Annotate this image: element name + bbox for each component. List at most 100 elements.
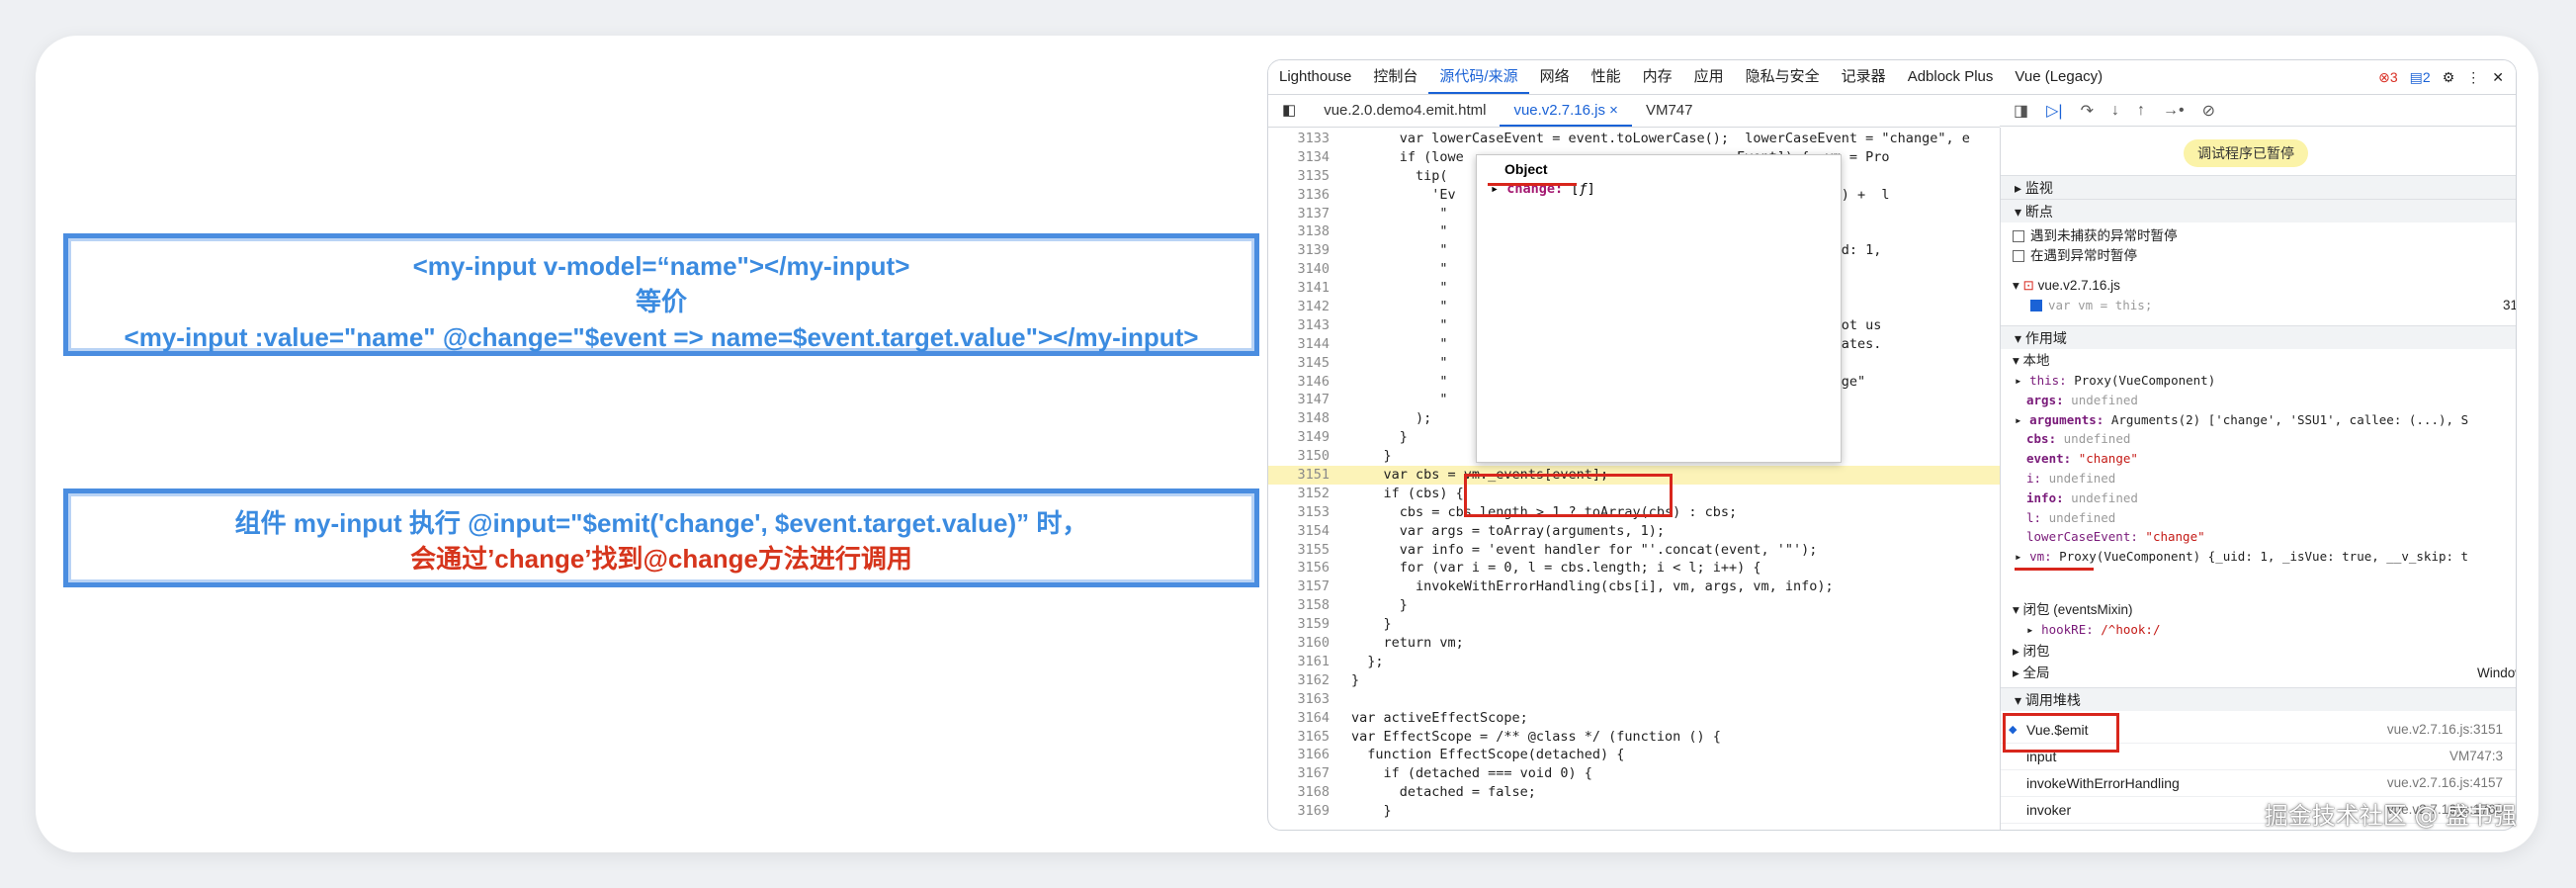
code-line[interactable]: 3158 } [1268, 596, 2000, 615]
scope-var[interactable]: ▸ vm: Proxy(VueComponent) {_uid: 1, _isV… [2001, 547, 2516, 567]
line-number[interactable]: 3169 [1268, 802, 1351, 821]
code-line[interactable]: 3169 } [1268, 802, 2000, 821]
callstack-section[interactable]: ▾ 调用堆栈 [2001, 687, 2516, 711]
line-number[interactable]: 3142 [1268, 298, 1351, 316]
code-line[interactable]: 3168 detached = false; [1268, 783, 2000, 802]
watch-section[interactable]: ▸ 监视 [2001, 175, 2516, 199]
expand-icon[interactable]: ▸ [2015, 412, 2029, 427]
tab-privacy-security[interactable]: 隐私与安全 [1735, 60, 1831, 94]
tab-sources[interactable]: 源代码/来源 [1428, 60, 1529, 94]
line-number[interactable]: 3146 [1268, 373, 1351, 392]
line-number[interactable]: 3140 [1268, 260, 1351, 279]
line-number[interactable]: 3136 [1268, 186, 1351, 205]
code-line[interactable]: 3154 var args = toArray(arguments, 1); [1268, 522, 2000, 541]
breakpoint-entry[interactable]: var vm = this;3131 [2001, 296, 2516, 315]
line-number[interactable]: 3162 [1268, 671, 1351, 690]
tab-network[interactable]: 网络 [1529, 60, 1581, 94]
line-number[interactable]: 3154 [1268, 522, 1351, 541]
code-line[interactable]: 3166 function EffectScope(detached) { [1268, 746, 2000, 764]
scope-var[interactable]: info: undefined [2001, 488, 2516, 508]
line-number[interactable]: 3138 [1268, 222, 1351, 241]
tab-lighthouse[interactable]: Lighthouse [1268, 60, 1362, 94]
line-number[interactable]: 3159 [1268, 615, 1351, 634]
file-tab-demo-html[interactable]: vue.2.0.demo4.emit.html [1310, 95, 1500, 127]
line-number[interactable]: 3158 [1268, 596, 1351, 615]
scope-var[interactable]: ▸ arguments: Arguments(2) ['change', 'SS… [2001, 410, 2516, 430]
line-number[interactable]: 3152 [1268, 485, 1351, 503]
tab-console[interactable]: 控制台 [1362, 60, 1428, 94]
line-number[interactable]: 3164 [1268, 709, 1351, 728]
tab-adblock-plus[interactable]: Adblock Plus [1897, 60, 2005, 94]
line-number[interactable]: 3153 [1268, 503, 1351, 522]
code-line[interactable]: 3163 [1268, 690, 2000, 709]
popup-change-property[interactable]: ▸ change: [ƒ] [1477, 177, 1841, 197]
line-number[interactable]: 3137 [1268, 205, 1351, 223]
scope-var[interactable]: cbs: undefined [2001, 429, 2516, 449]
gear-icon[interactable]: ⚙ [2443, 69, 2455, 86]
expand-icon[interactable]: ▸ [2015, 373, 2029, 388]
tab-performance[interactable]: 性能 [1581, 60, 1632, 94]
pause-caught-checkbox[interactable]: 在遇到异常时暂停 [2001, 246, 2516, 266]
line-number[interactable]: 3167 [1268, 764, 1351, 783]
breakpoint-file[interactable]: ▾ ⊡ vue.v2.7.16.js [2001, 276, 2516, 296]
closure-eventsmixin[interactable]: ▾ 闭包 (eventsMixin) [2001, 600, 2516, 620]
frame-location[interactable]: vue.v2.7.16.js:4157 [2387, 770, 2503, 796]
code-line[interactable]: 3167 if (detached === void 0) { [1268, 764, 2000, 783]
code-line[interactable]: 3164 var activeEffectScope; [1268, 709, 2000, 728]
code-line[interactable]: 3161 }; [1268, 653, 2000, 671]
line-number[interactable]: 3133 [1268, 130, 1351, 148]
line-number[interactable]: 3134 [1268, 148, 1351, 167]
line-number[interactable]: 3148 [1268, 409, 1351, 428]
step-icon[interactable]: →• [2163, 102, 2185, 120]
line-number[interactable]: 3160 [1268, 634, 1351, 653]
line-number[interactable]: 3166 [1268, 746, 1351, 764]
line-number[interactable]: 3150 [1268, 447, 1351, 466]
code-line[interactable]: 3165 var EffectScope = /** @class */ (fun… [1268, 728, 2000, 747]
step-over-icon[interactable]: ↷ [2081, 101, 2094, 121]
scope-var[interactable]: lowerCaseEvent: "change" [2001, 527, 2516, 547]
message-count-badge[interactable]: ▤2 [2410, 69, 2431, 86]
line-number[interactable]: 3155 [1268, 541, 1351, 560]
line-number[interactable]: 3141 [1268, 279, 1351, 298]
error-count-badge[interactable]: ⊗3 [2378, 69, 2398, 86]
scope-var[interactable]: args: undefined [2001, 391, 2516, 410]
close-tab-icon[interactable]: × [1609, 102, 1618, 119]
code-line[interactable]: 3155 var info = 'event handler for "'.co… [1268, 541, 2000, 560]
expand-icon[interactable]: ▸ [2015, 549, 2029, 564]
code-line[interactable]: 3159 } [1268, 615, 2000, 634]
breakpoints-section[interactable]: ▾ 断点 [2001, 199, 2516, 222]
tab-memory[interactable]: 内存 [1632, 60, 1683, 94]
frame-location[interactable]: vue.v2.7.16.js:3151 [2387, 717, 2503, 743]
step-into-icon[interactable]: ↓ [2111, 102, 2119, 120]
line-number[interactable]: 3145 [1268, 354, 1351, 373]
deactivate-breakpoints-icon[interactable]: ⊘ [2202, 101, 2215, 121]
line-number[interactable]: 3168 [1268, 783, 1351, 802]
line-number[interactable]: 3165 [1268, 728, 1351, 747]
line-number[interactable]: 3156 [1268, 559, 1351, 577]
pause-uncaught-checkbox[interactable]: 遇到未捕获的异常时暂停 [2001, 226, 2516, 246]
file-tab-vm747[interactable]: VM747 [1632, 95, 1707, 127]
code-line[interactable]: 3157 invokeWithErrorHandling(cbs[i], vm,… [1268, 577, 2000, 596]
tab-application[interactable]: 应用 [1683, 60, 1735, 94]
more-icon[interactable]: ⋮ [2466, 69, 2480, 86]
toggle-sidebar-icon[interactable]: ◨ [2014, 101, 2028, 121]
line-number[interactable]: 3147 [1268, 391, 1351, 409]
tab-recorder[interactable]: 记录器 [1831, 60, 1897, 94]
code-line[interactable]: 3133 var lowerCaseEvent = event.toLowerC… [1268, 130, 2000, 148]
line-number[interactable]: 3143 [1268, 316, 1351, 335]
resume-icon[interactable]: ▷| [2046, 101, 2062, 121]
tab-vue-legacy[interactable]: Vue (Legacy) [2004, 60, 2113, 94]
scope-section[interactable]: ▾ 作用域 [2001, 325, 2516, 349]
closure-section[interactable]: ▸ 闭包 [2001, 642, 2516, 662]
callstack-frame[interactable]: invokeWithErrorHandling vue.v2.7.16.js:41… [2001, 770, 2516, 797]
global-scope[interactable]: ▸ 全局Window [2001, 664, 2516, 683]
local-scope[interactable]: ▾ 本地 [2001, 351, 2516, 371]
line-number[interactable]: 3157 [1268, 577, 1351, 596]
close-icon[interactable]: ✕ [2492, 69, 2504, 86]
line-number[interactable]: 3144 [1268, 335, 1351, 354]
scope-var[interactable]: i: undefined [2001, 469, 2516, 488]
toggle-navigator-icon[interactable]: ◧ [1268, 95, 1310, 127]
frame-location[interactable]: VM747:3 [2449, 744, 2503, 769]
scope-var[interactable]: l: undefined [2001, 508, 2516, 528]
line-number[interactable]: 3161 [1268, 653, 1351, 671]
